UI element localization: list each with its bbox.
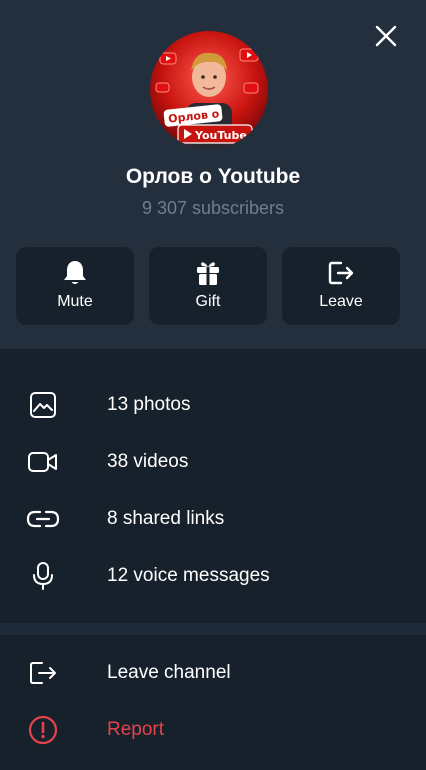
leave-channel-row[interactable]: Leave channel xyxy=(0,645,426,701)
media-row-label: 12 voice messages xyxy=(107,565,270,586)
close-icon xyxy=(375,25,397,47)
channel-actions-section: Leave channel Report xyxy=(0,635,426,770)
media-row-label: 13 photos xyxy=(107,394,191,415)
leave-channel-label: Leave channel xyxy=(107,662,231,683)
leave-icon xyxy=(30,662,56,684)
microphone-icon xyxy=(33,562,53,590)
section-divider xyxy=(0,623,426,635)
subscriber-count: 9 307 subscribers xyxy=(141,198,285,218)
channel-header: Орлов о YouTube Орлов о Youtube 9 307 su… xyxy=(0,0,426,349)
gift-icon xyxy=(197,262,219,285)
gift-label: Gift xyxy=(195,293,221,310)
leave-button[interactable]: Leave xyxy=(282,247,400,325)
svg-text:YouTube: YouTube xyxy=(194,129,247,142)
video-icon xyxy=(28,452,57,472)
media-row-voice[interactable]: 12 voice messages xyxy=(0,548,426,604)
gift-button[interactable]: Gift xyxy=(149,247,267,325)
media-row-label: 8 shared links xyxy=(107,508,225,529)
channel-title: Орлов о Youtube xyxy=(125,165,301,188)
leave-icon xyxy=(328,261,354,285)
channel-avatar[interactable]: Орлов о YouTube xyxy=(150,31,268,149)
report-icon xyxy=(28,715,58,745)
shared-media-section: 13 photos 38 videos 8 shared links 12 vo… xyxy=(0,349,426,623)
media-row-videos[interactable]: 38 videos xyxy=(0,434,426,490)
link-icon xyxy=(26,510,60,528)
mute-button[interactable]: Mute xyxy=(16,247,134,325)
bell-icon xyxy=(64,261,86,284)
report-row[interactable]: Report xyxy=(0,702,426,758)
photo-icon xyxy=(30,392,56,418)
media-row-photos[interactable]: 13 photos xyxy=(0,377,426,433)
leave-label: Leave xyxy=(319,293,363,310)
media-row-label: 38 videos xyxy=(107,451,189,472)
report-label: Report xyxy=(107,719,165,740)
channel-info-panel: Орлов о YouTube Орлов о Youtube 9 307 su… xyxy=(0,0,426,770)
close-button[interactable] xyxy=(369,19,403,53)
mute-label: Mute xyxy=(57,293,93,310)
media-row-links[interactable]: 8 shared links xyxy=(0,491,426,547)
